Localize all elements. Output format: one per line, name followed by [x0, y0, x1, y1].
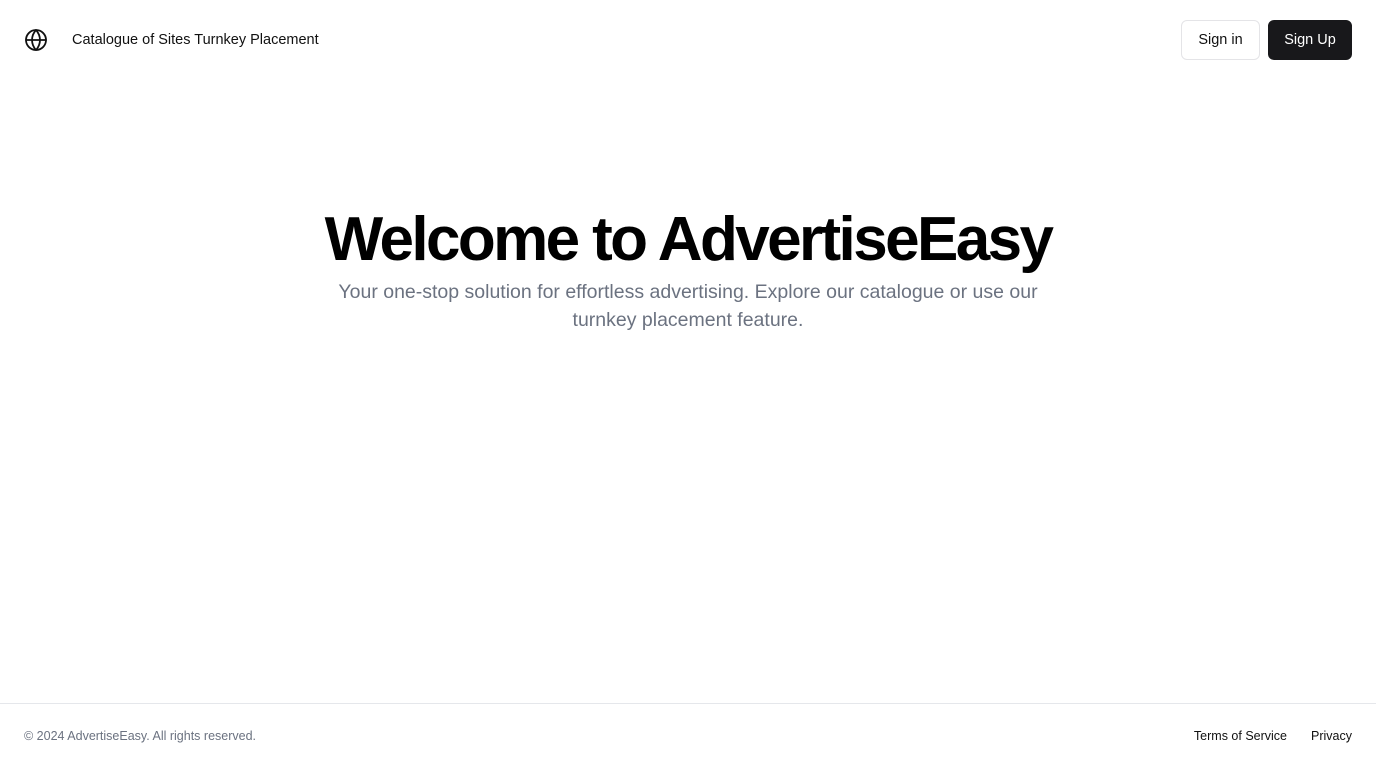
terms-of-service-link[interactable]: Terms of Service: [1194, 729, 1287, 743]
hero-title: Welcome to AdvertiseEasy: [324, 205, 1054, 274]
sign-up-button[interactable]: Sign Up: [1268, 20, 1352, 60]
nav-link-catalogue[interactable]: Catalogue of Sites Turnkey Placement: [72, 32, 319, 48]
hero-section: Welcome to AdvertiseEasy Your one-stop s…: [0, 204, 1376, 334]
sign-in-button[interactable]: Sign in: [1181, 20, 1260, 60]
page: Catalogue of Sites Turnkey Placement Sig…: [0, 0, 1376, 768]
header-actions: Sign in Sign Up: [1181, 20, 1352, 60]
site-footer: © 2024 AdvertiseEasy. All rights reserve…: [0, 703, 1376, 768]
footer-links: Terms of Service Privacy: [1194, 729, 1352, 743]
site-header: Catalogue of Sites Turnkey Placement Sig…: [0, 0, 1376, 80]
globe-icon[interactable]: [24, 28, 48, 52]
copyright-text: © 2024 AdvertiseEasy. All rights reserve…: [24, 729, 257, 743]
header-left: Catalogue of Sites Turnkey Placement: [24, 28, 319, 52]
privacy-link[interactable]: Privacy: [1311, 729, 1352, 743]
hero-subtitle: Your one-stop solution for effortless ad…: [338, 281, 1038, 331]
